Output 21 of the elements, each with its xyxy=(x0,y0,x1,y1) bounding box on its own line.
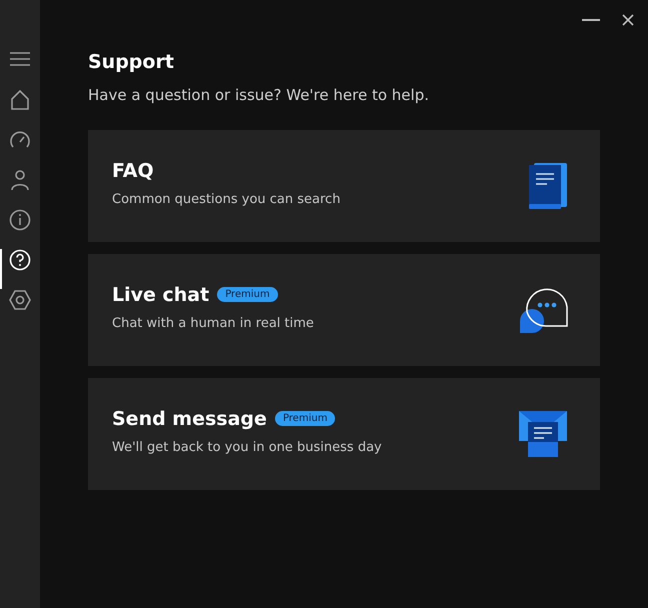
card-title: Send message xyxy=(112,408,267,430)
support-card[interactable]: FAQ Common questions you can search xyxy=(88,130,600,242)
card-title: Live chat xyxy=(112,284,210,306)
card-description: Common questions you can search xyxy=(112,192,340,206)
book-icon xyxy=(528,162,568,210)
card-title: FAQ xyxy=(112,160,154,182)
info-icon[interactable] xyxy=(9,209,31,231)
settings-icon[interactable] xyxy=(9,289,31,311)
page-subtitle: Have a question or issue? We're here to help. xyxy=(88,86,430,104)
page-title: Support xyxy=(88,51,175,73)
card-description: Chat with a human in real time xyxy=(112,316,314,330)
support-card[interactable]: Send message Premium We'll get back to you in one business day xyxy=(88,378,600,490)
envelope-icon xyxy=(518,409,568,459)
premium-badge: Premium xyxy=(217,287,278,302)
premium-badge: Premium xyxy=(274,411,336,426)
close-icon[interactable] xyxy=(622,14,634,26)
support-card[interactable]: Live chat Premium Chat with a human in real time xyxy=(88,254,600,366)
card-description: We'll get back to you in one business day xyxy=(112,440,382,454)
help-icon[interactable] xyxy=(9,249,31,271)
home-icon[interactable] xyxy=(9,89,31,111)
person-icon[interactable] xyxy=(9,169,31,191)
